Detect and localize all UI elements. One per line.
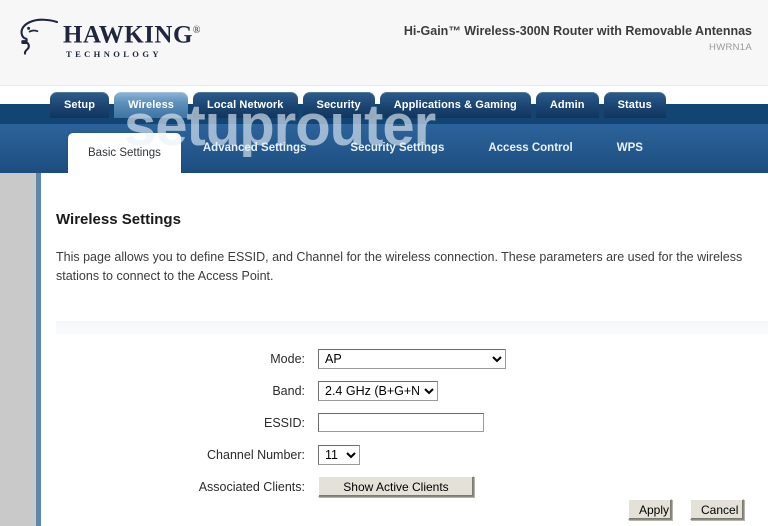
channel-number-control: 11: [318, 444, 360, 465]
form-row-essid: ESSID:: [41, 407, 768, 438]
channel-number-select[interactable]: 11: [318, 444, 360, 465]
tab-status[interactable]: Status: [603, 92, 666, 118]
product-name: Hi-Gain™ Wireless-300N Router with Remov…: [403, 24, 752, 38]
band-control: 2.4 GHz (B+G+N): [318, 380, 438, 401]
tab-local-network[interactable]: Local Network: [193, 92, 298, 118]
page-description: This page allows you to define ESSID, an…: [56, 250, 743, 283]
channel-number-label: Channel Number:: [207, 447, 305, 462]
form-actions: Apply Cancel: [628, 499, 744, 520]
tab-setup[interactable]: Setup: [50, 92, 110, 118]
tab-admin[interactable]: Admin: [535, 92, 599, 118]
show-active-clients-button[interactable]: Show Active Clients: [318, 476, 474, 497]
tab-applications-gaming[interactable]: Applications & Gaming: [379, 92, 531, 118]
mode-label: Mode:: [270, 351, 305, 366]
page-title: Wireless Settings: [56, 211, 181, 228]
essid-control: [318, 413, 484, 432]
page-header: HAWKING® TECHNOLOGY Hi-Gain™ Wireless-30…: [0, 0, 768, 86]
brand-wordmark: HAWKING® TECHNOLOGY: [63, 18, 202, 60]
associated-clients-label: Associated Clients:: [198, 479, 305, 494]
form-row-associated-clients: Associated Clients: Show Active Clients: [41, 471, 768, 502]
tab-security[interactable]: Security: [302, 92, 375, 118]
subtab-wps[interactable]: WPS: [595, 124, 665, 173]
navigation-zone: Setup Wireless Local Network Security Ap…: [0, 85, 768, 173]
wireless-settings-form: Mode: AP Band: 2.4 GHz (B+G+N) ESSID: Ch…: [41, 343, 768, 503]
content-panel: Wireless Settings This page allows you t…: [41, 173, 768, 526]
left-rail: [0, 173, 36, 526]
subtab-advanced-settings[interactable]: Advanced Settings: [181, 124, 329, 173]
form-row-mode: Mode: AP: [41, 343, 768, 374]
hawk-head-icon: [20, 18, 59, 55]
essid-label: ESSID:: [264, 415, 305, 430]
band-label: Band:: [272, 383, 305, 398]
associated-clients-control: Show Active Clients: [318, 476, 474, 497]
essid-input[interactable]: [318, 413, 484, 432]
apply-button[interactable]: Apply: [628, 499, 672, 520]
primary-tab-bar: Setup Wireless Local Network Security Ap…: [50, 88, 671, 118]
subtab-basic-settings[interactable]: Basic Settings: [68, 133, 181, 173]
cancel-button[interactable]: Cancel: [690, 499, 744, 520]
product-model: HWRN1A: [709, 42, 752, 53]
form-row-band: Band: 2.4 GHz (B+G+N): [41, 375, 768, 406]
band-select[interactable]: 2.4 GHz (B+G+N): [318, 380, 438, 401]
tab-wireless[interactable]: Wireless: [114, 92, 189, 118]
mode-control: AP: [318, 348, 506, 369]
subtab-access-control[interactable]: Access Control: [466, 124, 594, 173]
brand-logo: HAWKING® TECHNOLOGY: [16, 14, 201, 59]
form-row-channel-number: Channel Number: 11: [41, 439, 768, 470]
secondary-tab-list: Basic Settings Advanced Settings Securit…: [68, 124, 665, 173]
brand-tagline: TECHNOLOGY: [66, 49, 162, 60]
section-divider: [56, 321, 768, 335]
product-info: Hi-Gain™ Wireless-300N Router with Remov…: [404, 24, 752, 53]
subtab-security-settings[interactable]: Security Settings: [328, 124, 466, 173]
brand-name: HAWKING®: [63, 21, 202, 49]
mode-select[interactable]: AP: [318, 348, 506, 369]
registered-mark-icon: ®: [192, 25, 202, 36]
secondary-tab-bar: Basic Settings Advanced Settings Securit…: [0, 124, 768, 173]
